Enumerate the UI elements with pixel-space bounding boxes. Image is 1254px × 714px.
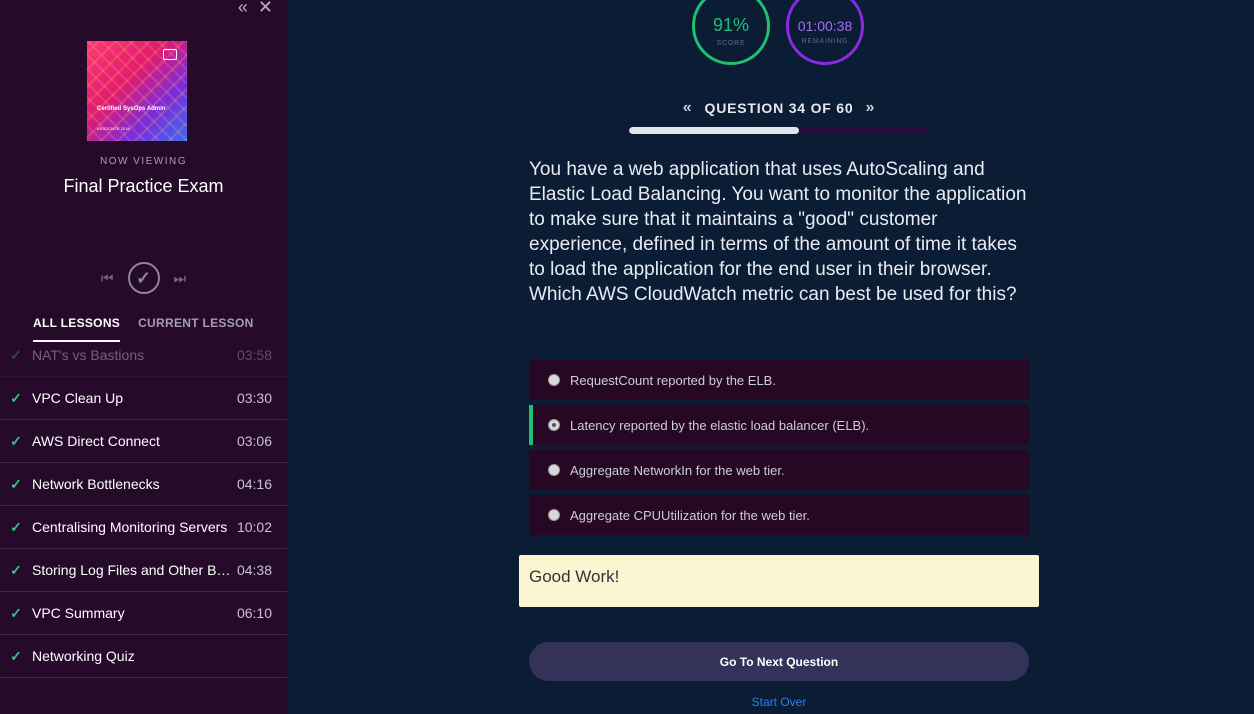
lesson-duration: 04:38 <box>236 562 272 578</box>
check-icon: ✓ <box>10 432 22 449</box>
previous-question-icon[interactable]: « <box>683 99 693 117</box>
course-title: Final Practice Exam <box>63 176 224 196</box>
timer-value: 01:00:38 <box>797 17 853 34</box>
cover-logo-icon <box>163 49 177 60</box>
lesson-duration: 03:30 <box>236 390 272 406</box>
answer-text: Latency reported by the elastic load bal… <box>570 417 870 433</box>
lesson-name: Network Bottlenecks <box>32 476 160 492</box>
next-icon[interactable]: ⏭ <box>174 270 187 287</box>
lesson-duration: 10:02 <box>236 519 272 535</box>
check-icon: ✓ <box>10 647 22 664</box>
answer-text: Aggregate NetworkIn for the web tier. <box>570 462 785 478</box>
answer-option[interactable]: Aggregate CPUUtilization for the web tie… <box>529 495 1029 535</box>
radio-icon[interactable] <box>548 374 560 386</box>
question-text: You have a web application that uses Aut… <box>529 159 1027 305</box>
answer-text: RequestCount reported by the ELB. <box>570 372 776 388</box>
start-over-link[interactable]: Start Over <box>529 695 1029 709</box>
radio-icon[interactable] <box>548 464 560 476</box>
score-ring: 91% SCORE <box>692 0 770 65</box>
list-item[interactable]: ✓ Storing Log Files and Other Ba... 04:3… <box>0 549 287 592</box>
radio-icon[interactable] <box>548 509 560 521</box>
check-icon: ✓ <box>10 518 22 535</box>
check-icon: ✓ <box>10 561 22 578</box>
question-navigator: « QUESTION 34 OF 60 » <box>629 99 929 117</box>
lesson-list: ✓ NAT's vs Bastions 03:58 ✓ VPC Clean Up… <box>0 336 287 678</box>
lesson-duration: 03:58 <box>236 347 272 363</box>
lesson-name: NAT's vs Bastions <box>32 347 145 363</box>
lesson-name: VPC Summary <box>32 605 125 621</box>
lesson-name: Storing Log Files and Other Ba... <box>32 562 231 578</box>
lesson-duration: 06:10 <box>236 605 272 621</box>
feedback-box: Good Work! <box>519 555 1039 607</box>
radio-selected-icon[interactable] <box>548 419 560 431</box>
list-item[interactable]: ✓ Centralising Monitoring Servers 10:02 <box>0 506 287 549</box>
answer-option[interactable]: RequestCount reported by the ELB. <box>529 360 1029 400</box>
lesson-name: Centralising Monitoring Servers <box>32 519 228 535</box>
list-item[interactable]: ✓ AWS Direct Connect 03:06 <box>0 420 287 463</box>
cover-title: Certified SysOps Admin <box>97 106 166 112</box>
lesson-duration: 04:16 <box>236 476 272 492</box>
list-item[interactable]: ✓ NAT's vs Bastions 03:58 <box>0 334 287 377</box>
now-viewing-label: NOW VIEWING <box>99 156 188 167</box>
check-icon: ✓ <box>10 604 22 621</box>
list-item[interactable]: ✓ Network Bottlenecks 04:16 <box>0 463 287 506</box>
lesson-duration: 03:06 <box>236 433 272 449</box>
question-counter: QUESTION 34 OF 60 <box>704 100 854 116</box>
answer-option[interactable]: Aggregate NetworkIn for the web tier. <box>529 450 1029 490</box>
close-icon[interactable]: ✕ <box>258 0 273 16</box>
answer-list: RequestCount reported by the ELB. Latenc… <box>529 360 1029 540</box>
list-item[interactable]: ✓ VPC Clean Up 03:30 <box>0 377 287 420</box>
complete-check-icon[interactable]: ✓ <box>127 262 160 294</box>
timer-ring: 01:00:38 REMAINING <box>786 0 864 65</box>
answer-option-selected[interactable]: Latency reported by the elastic load bal… <box>529 405 1029 445</box>
lesson-name: Networking Quiz <box>32 648 135 664</box>
next-question-button[interactable]: Go To Next Question <box>529 642 1029 681</box>
quiz-progress-fill <box>629 127 800 134</box>
answer-text: Aggregate CPUUtilization for the web tie… <box>570 507 810 523</box>
course-cover-image: Certified SysOps Admin ASSOCIATE 2018 <box>87 41 187 141</box>
list-item[interactable]: ✓ Networking Quiz <box>0 635 287 678</box>
player-controls: ⏮ ✓ ⏭ <box>0 262 287 294</box>
next-question-icon[interactable]: » <box>865 99 875 117</box>
lesson-name: VPC Clean Up <box>32 390 124 406</box>
sidebar-controls: « ✕ <box>238 0 273 16</box>
timer-label: REMAINING <box>801 37 849 45</box>
collapse-icon[interactable]: « <box>238 0 248 16</box>
cover-subtitle: ASSOCIATE 2018 <box>97 126 130 131</box>
previous-icon[interactable]: ⏮ <box>101 270 114 287</box>
check-icon: ✓ <box>10 389 22 406</box>
score-label: SCORE <box>716 40 746 47</box>
quiz-progress-bar <box>629 127 929 134</box>
lesson-name: AWS Direct Connect <box>32 433 160 449</box>
sidebar: « ✕ Certified SysOps Admin ASSOCIATE 201… <box>0 0 287 714</box>
score-value: 91% <box>712 15 750 35</box>
check-icon: ✓ <box>10 346 22 363</box>
list-item[interactable]: ✓ VPC Summary 06:10 <box>0 592 287 635</box>
check-icon: ✓ <box>10 475 22 492</box>
